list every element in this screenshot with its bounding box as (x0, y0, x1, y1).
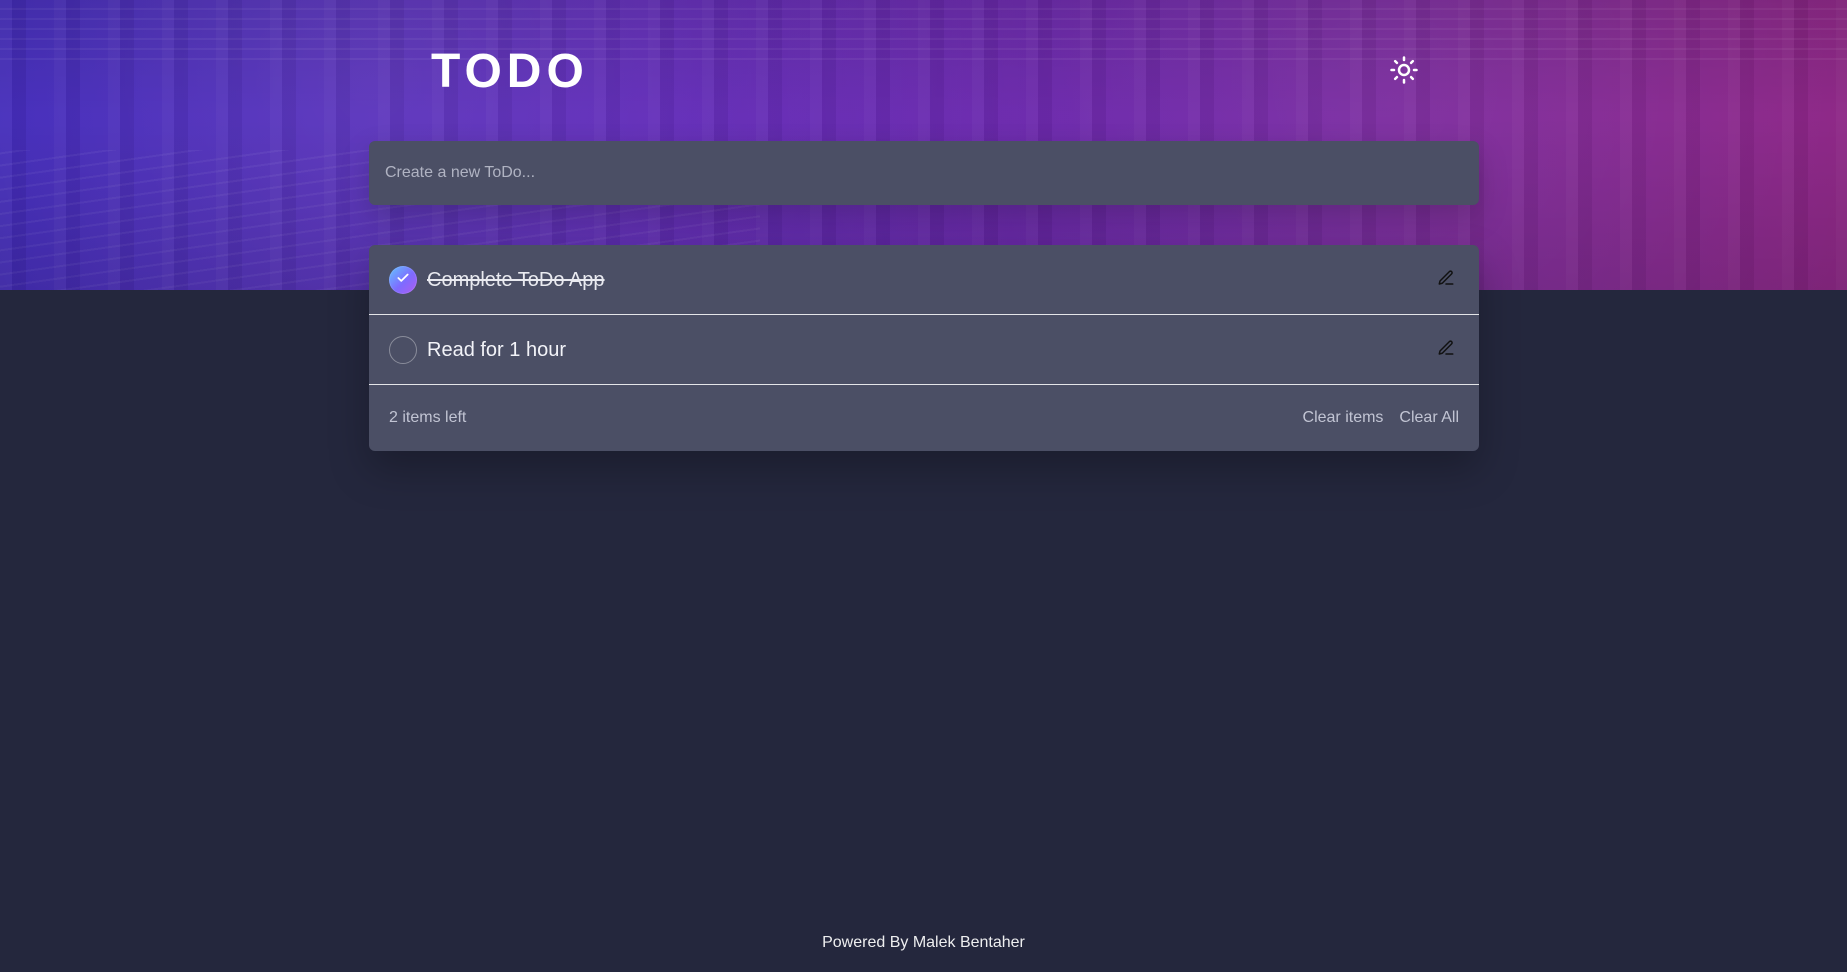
clear-items-button[interactable]: Clear items (1303, 409, 1384, 427)
new-todo-box (369, 141, 1479, 205)
todo-item: Complete ToDo App (369, 245, 1479, 315)
pencil-icon (1437, 339, 1455, 361)
todo-toggle-complete[interactable] (389, 335, 417, 364)
todo-footer: 2 items left Clear items Clear All (369, 385, 1479, 451)
theme-toggle-button[interactable] (1384, 52, 1424, 92)
todo-text: Complete ToDo App (427, 268, 605, 291)
check-icon (396, 270, 410, 289)
sun-icon (1389, 55, 1419, 89)
footer-actions: Clear items Clear All (1303, 409, 1459, 427)
todo-toggle-complete[interactable] (389, 265, 417, 294)
edit-todo-button[interactable] (1433, 267, 1459, 293)
todo-item: Read for 1 hour (369, 315, 1479, 385)
new-todo-input[interactable] (369, 141, 1479, 205)
top-bar: TODO (369, 42, 1479, 102)
todo-text: Read for 1 hour (427, 338, 566, 361)
clear-all-button[interactable]: Clear All (1399, 409, 1459, 427)
pencil-icon (1437, 269, 1455, 291)
app-container: TODO Create a new ToDo... Complete ToDo … (369, 0, 1479, 972)
powered-by: Powered By Malek Bentaher (822, 934, 1025, 951)
edit-todo-button[interactable] (1433, 337, 1459, 363)
todo-list-card: Complete ToDo App Read for 1 hour 2 item… (369, 245, 1479, 451)
app-title: TODO (431, 45, 589, 98)
items-left: 2 items left (389, 409, 467, 426)
